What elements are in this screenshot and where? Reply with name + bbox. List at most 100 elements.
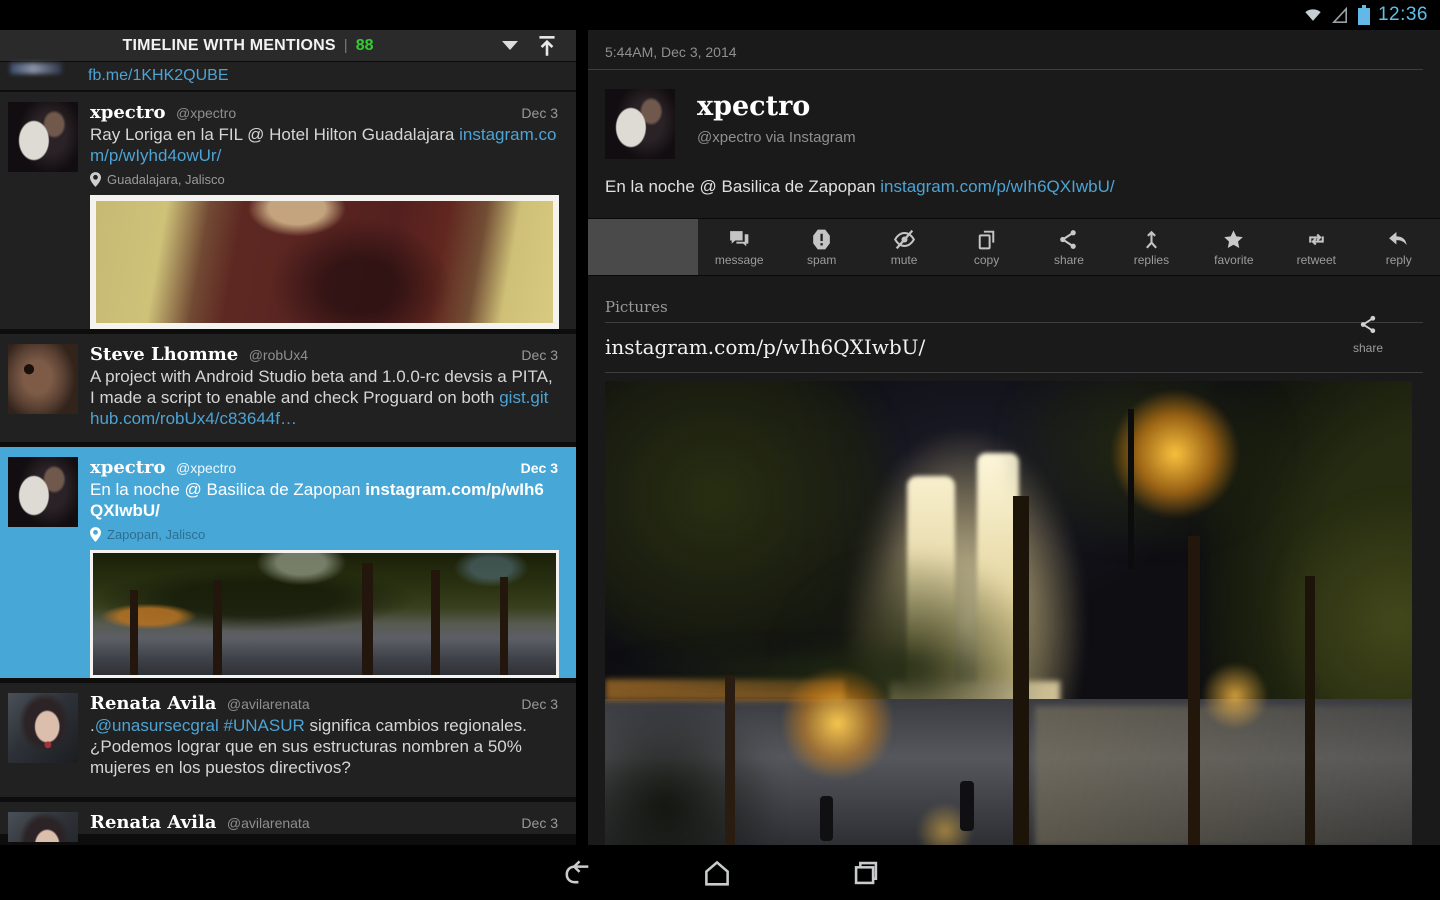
tweet-text-plain: En la noche @ Basilica de Zapopan <box>90 480 365 499</box>
action-label: message <box>715 253 764 267</box>
wifi-icon <box>1302 5 1324 25</box>
tweet-row[interactable]: xpectro @xpectro Dec 3 Ray Loriga en la … <box>0 92 576 329</box>
avatar[interactable] <box>8 693 78 763</box>
title-separator: | <box>344 37 348 54</box>
tweet-text-plain: Ray Loriga en la FIL @ Hotel Hilton Guad… <box>90 125 459 144</box>
tweet-text: En la noche @ Basilica de Zapopan instag… <box>90 479 557 521</box>
action-label: retweet <box>1297 253 1336 267</box>
battery-icon <box>1357 4 1371 26</box>
avatar[interactable] <box>8 457 78 527</box>
tweet-author[interactable]: xpectro <box>90 457 166 478</box>
picture-share-button[interactable]: share <box>1341 313 1395 355</box>
back-button[interactable] <box>555 855 599 891</box>
tweet-author[interactable]: Steve Lhomme <box>90 344 238 365</box>
status-bar: 12:36 <box>0 0 1440 30</box>
tweet-photo-large[interactable] <box>605 381 1412 845</box>
action-label: favorite <box>1214 253 1253 267</box>
author-name[interactable]: xpectro <box>697 91 810 122</box>
replies-button[interactable]: replies <box>1110 219 1192 275</box>
spam-icon <box>809 227 834 252</box>
favorite-icon <box>1221 227 1246 252</box>
tweet-text: En la noche @ Basilica de Zapopan instag… <box>605 177 1423 201</box>
avatar[interactable] <box>8 812 78 842</box>
tweet-partial-top[interactable]: fb.me/1KHK2QUBE <box>0 62 576 90</box>
tweet-date: Dec 3 <box>521 812 558 834</box>
tweet-row-partial-bottom[interactable]: Renata Avila @avilarenata Dec 3 <box>0 802 576 834</box>
action-label: copy <box>974 253 999 267</box>
tweet-text-plain: En la noche @ Basilica de Zapopan <box>605 177 880 196</box>
location-label: Guadalajara, Jalisco <box>107 172 225 187</box>
favorite-button[interactable]: favorite <box>1193 219 1275 275</box>
timeline-header: TIMELINE WITH MENTIONS | 88 <box>0 30 576 62</box>
tweet-date: Dec 3 <box>521 693 558 715</box>
tweet-text: Ray Loriga en la FIL @ Hotel Hilton Guad… <box>90 124 557 166</box>
action-label: replies <box>1134 253 1169 267</box>
tweet-photo[interactable] <box>90 550 559 678</box>
home-button[interactable] <box>695 855 739 891</box>
tweet-mention-link[interactable]: @unasursecgral <box>95 716 219 735</box>
back-icon <box>560 856 594 890</box>
tweet-link[interactable]: instagram.com/p/wIh6QXIwbU/ <box>880 177 1114 196</box>
clock: 12:36 <box>1378 4 1428 26</box>
tweet-date: Dec 3 <box>521 457 558 479</box>
avatar[interactable] <box>8 102 78 172</box>
tweet-row[interactable]: Renata Avila @avilarenata Dec 3 .@unasur… <box>0 683 576 797</box>
share-button[interactable]: share <box>1028 219 1110 275</box>
tweet-location: Guadalajara, Jalisco <box>90 169 566 189</box>
partial-avatar <box>10 63 62 74</box>
tweet-link[interactable]: fb.me/1KHK2QUBE <box>88 67 229 84</box>
tweet-detail-pane: 5:44AM, Dec 3, 2014 xpectro @xpectro via… <box>588 30 1440 845</box>
timeline-title: TIMELINE WITH MENTIONS <box>123 37 336 55</box>
android-nav-bar <box>0 845 1440 900</box>
tweet-author[interactable]: Renata Avila <box>90 693 216 714</box>
pictures-section-label: Pictures <box>605 298 1423 323</box>
spam-button[interactable]: spam <box>780 219 862 275</box>
action-label: spam <box>807 253 836 267</box>
signal-icon <box>1331 6 1350 25</box>
tweet-author[interactable]: Renata Avila <box>90 812 216 833</box>
tweet-handle: @xpectro <box>176 105 236 121</box>
recents-button[interactable] <box>844 855 888 891</box>
retweet-button[interactable]: retweet <box>1275 219 1357 275</box>
avatar[interactable] <box>8 344 78 414</box>
tweet-text-plain: A project with Android Studio beta and 1… <box>90 367 553 407</box>
share-label: share <box>1341 341 1395 355</box>
tweet-handle: @avilarenata <box>227 696 310 712</box>
home-icon <box>700 856 734 890</box>
tweet-row[interactable]: Steve Lhomme @robUx4 Dec 3 A project wit… <box>0 334 576 442</box>
scroll-to-top-button[interactable] <box>534 33 560 64</box>
author-profile: xpectro @xpectro via Instagram <box>605 89 1423 159</box>
tweet-photo[interactable] <box>90 195 559 329</box>
action-label: reply <box>1386 253 1412 267</box>
chevron-down-icon[interactable] <box>502 41 518 50</box>
timeline-pane: TIMELINE WITH MENTIONS | 88 fb.me/1KHK2Q… <box>0 30 576 845</box>
action-label: mute <box>891 253 918 267</box>
tweet-author[interactable]: xpectro <box>90 102 166 123</box>
tweet-timestamp: 5:44AM, Dec 3, 2014 <box>588 30 1423 70</box>
tweet-date: Dec 3 <box>521 344 558 366</box>
mute-button[interactable]: mute <box>863 219 945 275</box>
share-icon <box>1357 313 1380 336</box>
copy-button[interactable]: copy <box>945 219 1027 275</box>
unread-count: 88 <box>356 37 374 55</box>
message-button[interactable]: message <box>698 219 780 275</box>
replies-icon <box>1139 227 1164 252</box>
recents-icon <box>849 856 883 890</box>
location-label: Zapopan, Jalisco <box>107 527 205 542</box>
picture-link[interactable]: instagram.com/p/wIh6QXIwbU/ <box>605 335 925 359</box>
tweet-handle: @avilarenata <box>227 815 310 831</box>
message-icon <box>727 227 752 252</box>
tweet-action-bar: message spam mute <box>588 218 1440 276</box>
tweet-row-selected[interactable]: xpectro @xpectro Dec 3 En la noche @ Bas… <box>0 447 576 678</box>
tweet-handle: @robUx4 <box>249 347 308 363</box>
app-root: 12:36 TIMELINE WITH MENTIONS | 88 fb.me/… <box>0 0 1440 900</box>
avatar[interactable] <box>605 89 675 159</box>
tweet-location: Zapopan, Jalisco <box>90 524 566 544</box>
reply-button[interactable]: reply <box>1358 219 1440 275</box>
picture-link-row: instagram.com/p/wIh6QXIwbU/ share <box>605 323 1423 373</box>
tweet-text: .@unasursecgral #UNASUR significa cambio… <box>90 715 557 778</box>
mute-icon <box>892 227 917 252</box>
action-empty-cell[interactable] <box>588 219 698 275</box>
tweet-hashtag-link[interactable]: #UNASUR <box>219 716 305 735</box>
tweet-date: Dec 3 <box>521 102 558 124</box>
